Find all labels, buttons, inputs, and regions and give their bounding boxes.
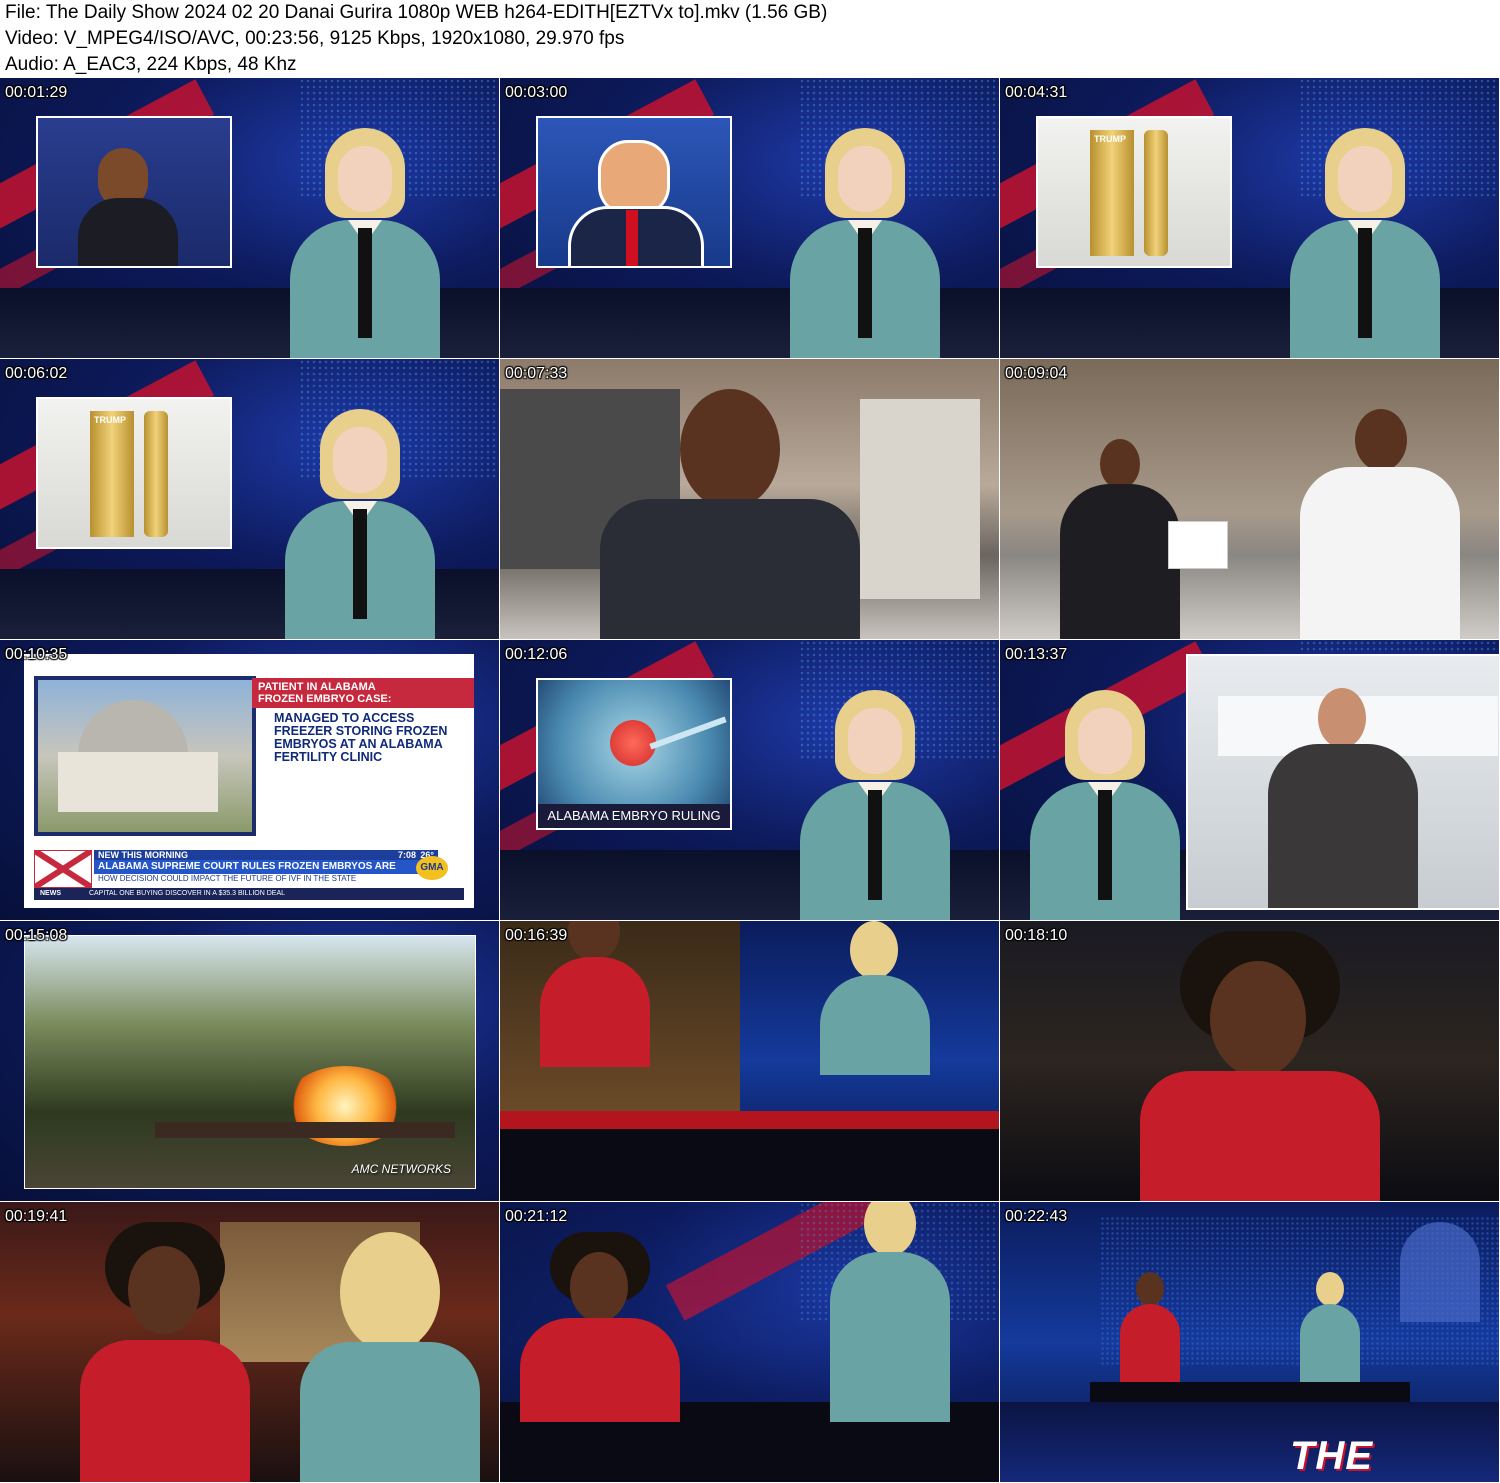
thumbnail-15[interactable]: THE DAILY SH 00:22:43 [1000,1202,1499,1482]
timestamp: 00:15:08 [5,927,68,944]
ticker-label: NEW THIS MORNING 7:08 26° [94,850,438,860]
thumbnail-3[interactable]: TRUMP 00:04:31 [1000,78,1499,358]
timestamp: 00:19:41 [5,1208,68,1225]
thumbnail-13[interactable]: 00:19:41 [0,1202,499,1482]
timestamp: 00:10:35 [5,646,68,663]
timestamp: 00:01:29 [5,84,68,101]
ticker-headline: ALABAMA SUPREME COURT RULES FROZEN EMBRY… [94,860,438,886]
film-clip: AMC NETWORKS [24,935,476,1189]
timestamp: 00:21:12 [505,1208,568,1225]
timestamp: 00:07:33 [505,365,568,382]
person [1060,439,1180,639]
guest [1120,1272,1180,1382]
timestamp: 00:04:31 [1005,84,1068,101]
thumbnail-4[interactable]: TRUMP 00:06:02 [0,359,499,639]
graphic-box: TRUMP [36,397,232,549]
thumbnail-7[interactable]: PATIENT IN ALABAMA FROZEN EMBRYO CASE: M… [0,640,499,920]
graphic-box [36,116,232,268]
audio-info-line: Audio: A_EAC3, 224 Kbps, 48 Khz [5,54,297,75]
timestamp: 00:12:06 [505,646,568,663]
graphic-box: ALABAMA EMBRYO RULING [536,678,732,830]
graphic-box [536,116,732,268]
timestamp: 00:09:04 [1005,365,1068,382]
gma-logo: GMA [416,856,448,880]
clip-caption: AMC NETWORKS [351,1162,451,1176]
ticker-subheadline: HOW DECISION COULD IMPACT THE FUTURE OF … [94,874,438,884]
ticker-bottom: NEWS CAPITAL ONE BUYING DISCOVER IN A $3… [34,888,464,900]
thumbnail-10[interactable]: AMC NETWORKS 00:15:08 [0,921,499,1201]
timestamp: 00:06:02 [5,365,68,382]
file-name-line: File: The Daily Show 2024 02 20 Danai Gu… [5,2,828,23]
person [1300,409,1460,639]
graphic-box: TRUMP [1036,116,1232,268]
video-info-line: Video: V_MPEG4/ISO/AVC, 00:23:56, 9125 K… [5,28,625,49]
thumbnail-5[interactable]: 00:07:33 [500,359,999,639]
host [830,1202,950,1422]
timestamp: 00:18:10 [1005,927,1068,944]
graphic-caption: ALABAMA EMBRYO RULING [538,804,730,828]
thumbnail-14[interactable]: 00:21:12 [500,1202,999,1482]
timestamp: 00:22:43 [1005,1208,1068,1225]
guest [1140,931,1380,1201]
news-body: MANAGED TO ACCESS FREEZER STORING FROZEN… [274,711,448,764]
thumbnail-11[interactable]: 00:16:39 [500,921,999,1201]
guest [540,921,650,1121]
tds-logo: THE DAILY SH [1290,1434,1480,1482]
timestamp: 00:03:00 [505,84,568,101]
guest [80,1222,250,1482]
news-red-header: PATIENT IN ALABAMA FROZEN EMBRYO CASE: [252,678,474,708]
timestamp: 00:16:39 [505,927,568,944]
thumbnail-6[interactable]: 00:09:04 [1000,359,1499,639]
host [300,1232,480,1482]
host [1300,1272,1360,1382]
thumbnail-1[interactable]: 00:01:29 [0,78,499,358]
timestamp: 00:13:37 [1005,646,1068,663]
thumbnail-12[interactable]: 00:18:10 [1000,921,1499,1201]
file-info-header: File: The Daily Show 2024 02 20 Danai Gu… [0,0,1500,78]
guest [520,1232,680,1422]
thumbnail-9[interactable]: 00:13:37 [1000,640,1499,920]
thumbnail-8[interactable]: ALABAMA EMBRYO RULING 00:12:06 [500,640,999,920]
split-screen-lab [1186,654,1499,910]
thumbnail-2[interactable]: 00:03:00 [500,78,999,358]
news-screen: PATIENT IN ALABAMA FROZEN EMBRYO CASE: M… [24,654,474,908]
alabama-flag-icon [34,850,92,888]
person [600,379,860,639]
anchor [290,128,440,358]
thumbnail-grid: 00:01:29 00:03:00 TRUMP 00:04:31 TRUMP 0… [0,78,1500,1483]
host [820,921,930,1121]
